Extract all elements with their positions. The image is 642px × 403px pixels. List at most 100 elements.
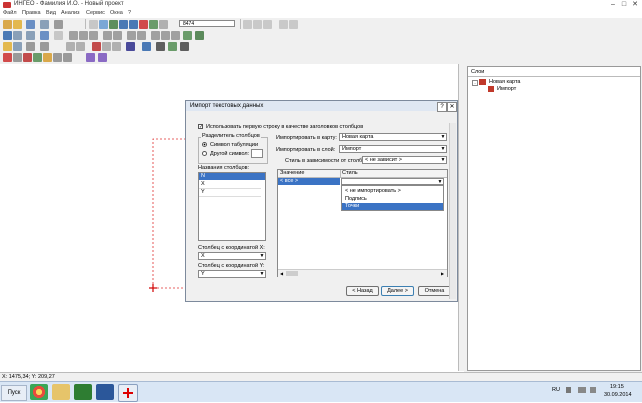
- scroll-left-icon[interactable]: ◀: [279, 271, 284, 276]
- stop-icon[interactable]: [23, 53, 32, 62]
- style-dropdown-list[interactable]: < не импортировать > Подпись Точки: [341, 185, 444, 211]
- zoom-in-icon[interactable]: [119, 20, 128, 29]
- layer2-icon[interactable]: [137, 31, 146, 40]
- excel-icon[interactable]: [74, 384, 92, 400]
- style-dep-select[interactable]: < не зависит > ▼: [362, 156, 447, 164]
- delete-icon[interactable]: [92, 42, 101, 51]
- dialog-help-button[interactable]: ?: [437, 102, 447, 112]
- tool4-icon[interactable]: [53, 53, 62, 62]
- table-row[interactable]: < все >: [278, 178, 340, 185]
- back-button[interactable]: < Назад: [346, 286, 379, 296]
- window-cascade-icon[interactable]: [253, 20, 262, 29]
- tool3-icon[interactable]: [43, 53, 52, 62]
- point-icon[interactable]: [3, 42, 12, 51]
- edit-icon[interactable]: [13, 31, 22, 40]
- sep-tab-radio[interactable]: [202, 142, 207, 147]
- select-icon[interactable]: [89, 20, 98, 29]
- menu-help[interactable]: ?: [128, 10, 131, 16]
- tool6-icon[interactable]: [86, 53, 95, 62]
- lasso-icon[interactable]: [99, 20, 108, 29]
- layer-node[interactable]: Импорт: [497, 86, 516, 92]
- undo-icon[interactable]: [168, 42, 177, 51]
- dialog-close-button[interactable]: ✕: [447, 102, 457, 112]
- grid3-icon[interactable]: [89, 31, 98, 40]
- import-layer-select[interactable]: Импорт ▼: [339, 145, 447, 153]
- copy-icon[interactable]: [151, 31, 160, 40]
- import-map-select[interactable]: Новая карта ▼: [339, 133, 447, 141]
- polygon-icon[interactable]: [26, 42, 35, 51]
- volume-icon[interactable]: [590, 387, 596, 393]
- scale-icon[interactable]: [159, 20, 168, 29]
- next-button[interactable]: Далее >: [381, 286, 414, 296]
- table-header-style[interactable]: Стиль: [342, 170, 358, 176]
- move-icon[interactable]: [40, 31, 49, 40]
- clock-time[interactable]: 19:15: [610, 384, 624, 390]
- menu-windows[interactable]: Окна: [110, 10, 123, 16]
- explorer-icon[interactable]: [52, 384, 70, 400]
- hand-icon[interactable]: [109, 20, 118, 29]
- zoom-out-icon[interactable]: [129, 20, 138, 29]
- layer-icon[interactable]: [127, 31, 136, 40]
- window-tile-icon[interactable]: [243, 20, 252, 29]
- sep-other-input[interactable]: [251, 149, 263, 158]
- line-icon[interactable]: [13, 42, 22, 51]
- dropdown-option[interactable]: < не импортировать >: [345, 188, 401, 194]
- sep-other-radio[interactable]: [202, 151, 207, 156]
- word-icon[interactable]: [96, 384, 114, 400]
- maximize-button[interactable]: □: [619, 1, 629, 9]
- cursor-icon[interactable]: [3, 31, 12, 40]
- split-icon[interactable]: [102, 42, 111, 51]
- paste-icon[interactable]: [161, 31, 170, 40]
- database-icon[interactable]: [195, 31, 204, 40]
- export-icon[interactable]: [183, 31, 192, 40]
- close-button[interactable]: ✕: [630, 1, 640, 9]
- minimize-button[interactable]: –: [608, 1, 618, 9]
- style-cell-select[interactable]: ▼: [341, 178, 444, 185]
- table-view-icon[interactable]: [142, 42, 151, 51]
- window-arrange-icon[interactable]: [263, 20, 272, 29]
- tool2-icon[interactable]: [33, 53, 42, 62]
- pin-icon[interactable]: [3, 53, 12, 62]
- scale-input[interactable]: 8474: [179, 20, 235, 27]
- list-item[interactable]: X: [199, 181, 261, 189]
- dialog-scrollbar[interactable]: [449, 123, 456, 299]
- layout2-icon[interactable]: [289, 20, 298, 29]
- scroll-thumb[interactable]: [286, 271, 298, 276]
- refresh-icon[interactable]: [149, 20, 158, 29]
- clock-date[interactable]: 30.09.2014: [604, 392, 632, 398]
- save-icon[interactable]: [26, 20, 35, 29]
- column-names-list[interactable]: N X Y: [198, 172, 266, 241]
- tool5-icon[interactable]: [63, 53, 72, 62]
- language-indicator[interactable]: RU: [552, 387, 560, 393]
- list-item[interactable]: Y: [199, 189, 261, 197]
- measure-icon[interactable]: [171, 31, 180, 40]
- dropdown-option[interactable]: Подпись: [345, 196, 367, 202]
- grid-icon[interactable]: [69, 31, 78, 40]
- start-button[interactable]: Пуск: [1, 385, 27, 401]
- text-tool-icon[interactable]: [40, 42, 49, 51]
- menu-service[interactable]: Сервис: [86, 10, 105, 16]
- chrome-icon[interactable]: [30, 384, 48, 400]
- print-icon[interactable]: [54, 20, 63, 29]
- tray-icon[interactable]: [566, 387, 571, 393]
- col-x-select[interactable]: X ▼: [198, 252, 266, 260]
- tool7-icon[interactable]: [98, 53, 107, 62]
- col-y-select[interactable]: Y ▼: [198, 270, 266, 278]
- map-node[interactable]: Новая карта: [489, 79, 521, 85]
- merge-icon[interactable]: [76, 42, 85, 51]
- dropdown-option-selected[interactable]: Точки: [342, 203, 443, 210]
- menu-view[interactable]: Вид: [46, 10, 56, 16]
- grid2-icon[interactable]: [79, 31, 88, 40]
- style-icon[interactable]: [156, 42, 165, 51]
- expand-toggle[interactable]: -: [472, 80, 478, 86]
- join-icon[interactable]: [112, 42, 121, 51]
- menu-edit[interactable]: Правка: [22, 10, 41, 16]
- rotate-icon[interactable]: [54, 31, 63, 40]
- cut-icon[interactable]: [66, 42, 75, 51]
- tool1-icon[interactable]: [13, 53, 22, 62]
- scroll-right-icon[interactable]: ▶: [440, 271, 445, 276]
- table-hscrollbar[interactable]: ◀ ▶: [278, 269, 447, 277]
- table-header-value[interactable]: Значение: [280, 170, 304, 176]
- network-icon[interactable]: [578, 387, 586, 393]
- layout-icon[interactable]: [279, 20, 288, 29]
